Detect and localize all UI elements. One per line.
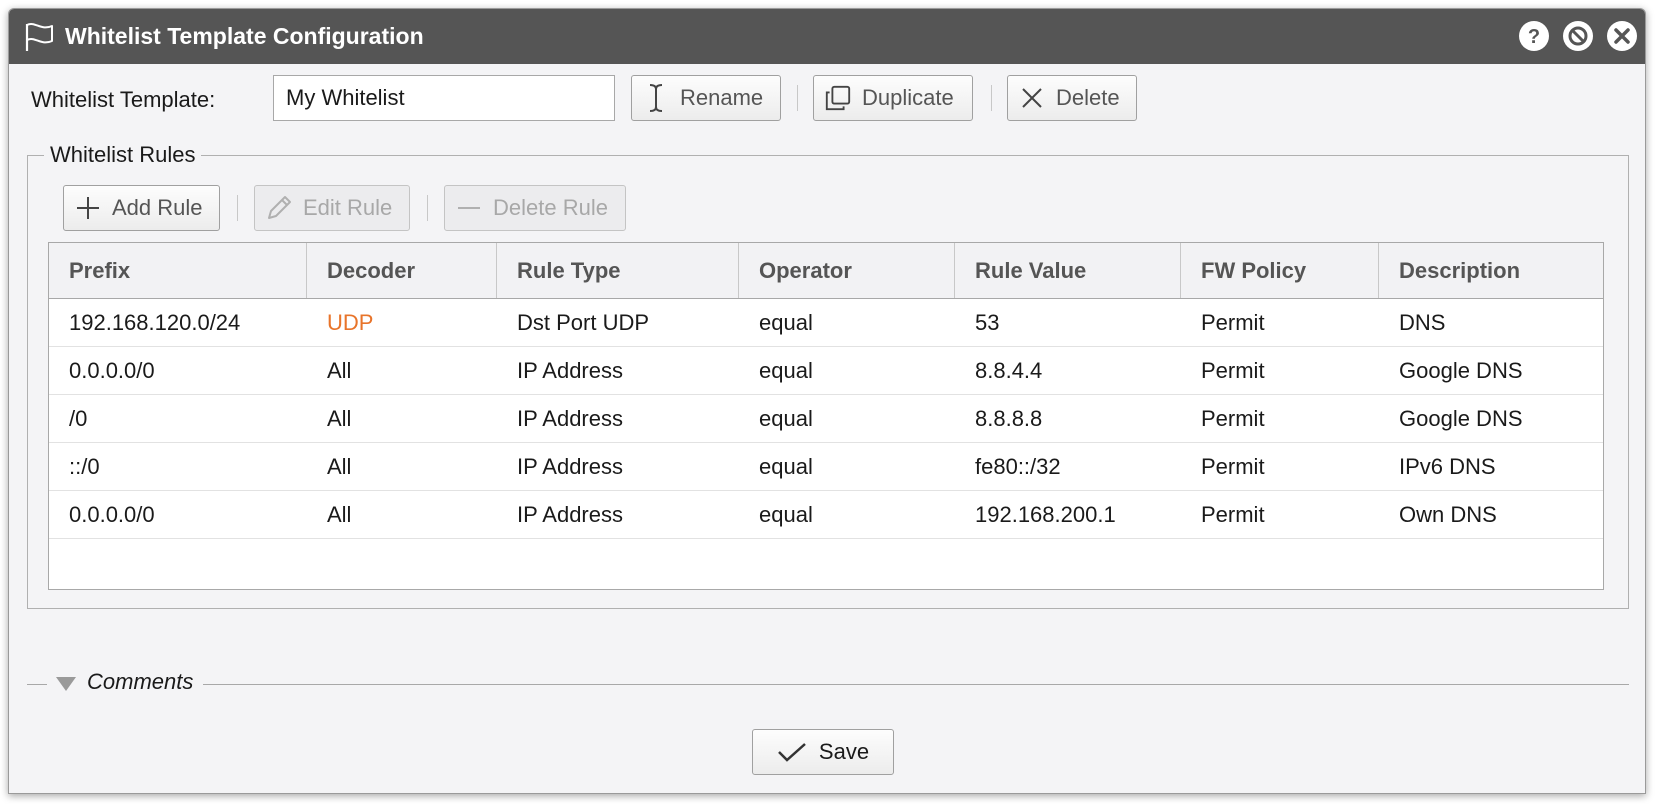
edit-rule-label: Edit Rule (303, 195, 393, 220)
cell-rule-type: IP Address (517, 501, 623, 527)
table-row[interactable]: ::/0 All IP Address equal fe80::/32 Perm… (49, 443, 1603, 491)
cell-operator: equal (759, 501, 813, 527)
column-header-description[interactable]: Description (1379, 243, 1603, 298)
x-icon (1018, 84, 1046, 112)
cell-decoder: UDP (327, 309, 374, 335)
cell-decoder: All (327, 405, 352, 431)
template-name-input[interactable] (273, 75, 615, 121)
delete-template-button[interactable]: Delete (1007, 75, 1137, 121)
cell-prefix: 0.0.0.0/0 (69, 501, 155, 527)
edit-rule-button[interactable]: Edit Rule (254, 185, 410, 231)
cell-rule-type: Dst Port UDP (517, 309, 650, 335)
cell-operator: equal (759, 405, 813, 431)
template-label: Whitelist Template: (31, 87, 216, 112)
toolbar-divider (427, 195, 428, 221)
expand-triangle-icon[interactable] (55, 675, 77, 698)
help-icon[interactable]: ? (1519, 21, 1549, 51)
duplicate-button[interactable]: Duplicate (813, 75, 973, 121)
column-header-operator[interactable]: Operator (739, 243, 955, 298)
close-icon[interactable] (1607, 21, 1637, 51)
whitelist-rules-legend: Whitelist Rules (44, 142, 202, 168)
minus-icon (455, 194, 483, 222)
flag-icon (21, 19, 57, 55)
table-row[interactable]: 0.0.0.0/0 All IP Address equal 192.168.2… (49, 491, 1603, 539)
cell-decoder: All (327, 453, 352, 479)
cell-description: Google DNS (1399, 405, 1523, 431)
toolbar-divider (237, 195, 238, 221)
cell-description: DNS (1399, 309, 1446, 335)
table-row[interactable]: 192.168.120.0/24 UDP Dst Port UDP equal … (49, 299, 1603, 347)
rules-table: Prefix Decoder Rule Type Operator Rule V… (48, 242, 1604, 590)
add-rule-button[interactable]: Add Rule (63, 185, 220, 231)
copy-icon (824, 84, 852, 112)
save-label: Save (818, 739, 870, 764)
cell-rule-value: fe80::/32 (975, 453, 1061, 479)
table-row[interactable]: 0.0.0.0/0 All IP Address equal 8.8.4.4 P… (49, 347, 1603, 395)
cell-description: Google DNS (1399, 357, 1523, 383)
rename-label: Rename (680, 85, 764, 110)
cell-rule-type: IP Address (517, 357, 623, 383)
title-bar[interactable]: Whitelist Template Configuration ? (9, 9, 1645, 64)
cell-rule-value: 8.8.8.8 (975, 405, 1043, 431)
toolbar-divider (797, 85, 798, 111)
add-rule-label: Add Rule (112, 195, 203, 220)
plus-icon (74, 194, 102, 222)
divider (27, 684, 47, 685)
cell-rule-type: IP Address (517, 405, 623, 431)
cell-rule-value: 53 (975, 309, 1000, 335)
cell-operator: equal (759, 453, 813, 479)
cell-rule-type: IP Address (517, 453, 623, 479)
duplicate-label: Duplicate (862, 85, 954, 110)
cell-fw-policy: Permit (1201, 357, 1265, 383)
save-button[interactable]: Save (752, 729, 894, 775)
cell-operator: equal (759, 357, 813, 383)
cell-prefix: 0.0.0.0/0 (69, 357, 155, 383)
comments-section: Comments (27, 669, 1629, 699)
window-title: Whitelist Template Configuration (65, 23, 424, 49)
whitelist-rules-group: Whitelist Rules Add Rule Edit Rule Delet… (27, 142, 1629, 609)
divider (203, 684, 1629, 685)
column-header-rule-value[interactable]: Rule Value (955, 243, 1181, 298)
column-header-decoder[interactable]: Decoder (307, 243, 497, 298)
cell-fw-policy: Permit (1201, 453, 1265, 479)
pencil-icon (265, 194, 293, 222)
cell-rule-value: 192.168.200.1 (975, 501, 1116, 527)
comments-label[interactable]: Comments (87, 669, 199, 695)
table-header: Prefix Decoder Rule Type Operator Rule V… (49, 243, 1603, 299)
cell-operator: equal (759, 309, 813, 335)
config-window: Whitelist Template Configuration ? White… (8, 8, 1646, 794)
cell-prefix: /0 (69, 405, 88, 431)
cell-rule-value: 8.8.4.4 (975, 357, 1043, 383)
cell-decoder: All (327, 501, 352, 527)
cell-fw-policy: Permit (1201, 501, 1265, 527)
delete-rule-button[interactable]: Delete Rule (444, 185, 626, 231)
svg-text:?: ? (1528, 26, 1540, 48)
text-cursor-icon (642, 84, 670, 112)
column-header-prefix[interactable]: Prefix (49, 243, 307, 298)
delete-rule-label: Delete Rule (493, 195, 608, 220)
cell-description: IPv6 DNS (1399, 453, 1496, 479)
checkmark-icon (777, 741, 807, 763)
template-row: Whitelist Template: Rename Duplicate Del… (31, 75, 1631, 121)
rename-button[interactable]: Rename (631, 75, 781, 121)
table-row[interactable]: /0 All IP Address equal 8.8.8.8 Permit G… (49, 395, 1603, 443)
toolbar-divider (991, 85, 992, 111)
cell-prefix: 192.168.120.0/24 (69, 309, 241, 335)
delete-label: Delete (1056, 85, 1120, 110)
column-header-fw-policy[interactable]: FW Policy (1181, 243, 1379, 298)
minimize-icon[interactable] (1563, 21, 1593, 51)
cell-decoder: All (327, 357, 352, 383)
cell-fw-policy: Permit (1201, 309, 1265, 335)
cell-fw-policy: Permit (1201, 405, 1265, 431)
cell-description: Own DNS (1399, 501, 1497, 527)
cell-prefix: ::/0 (69, 453, 100, 479)
column-header-rule-type[interactable]: Rule Type (497, 243, 739, 298)
